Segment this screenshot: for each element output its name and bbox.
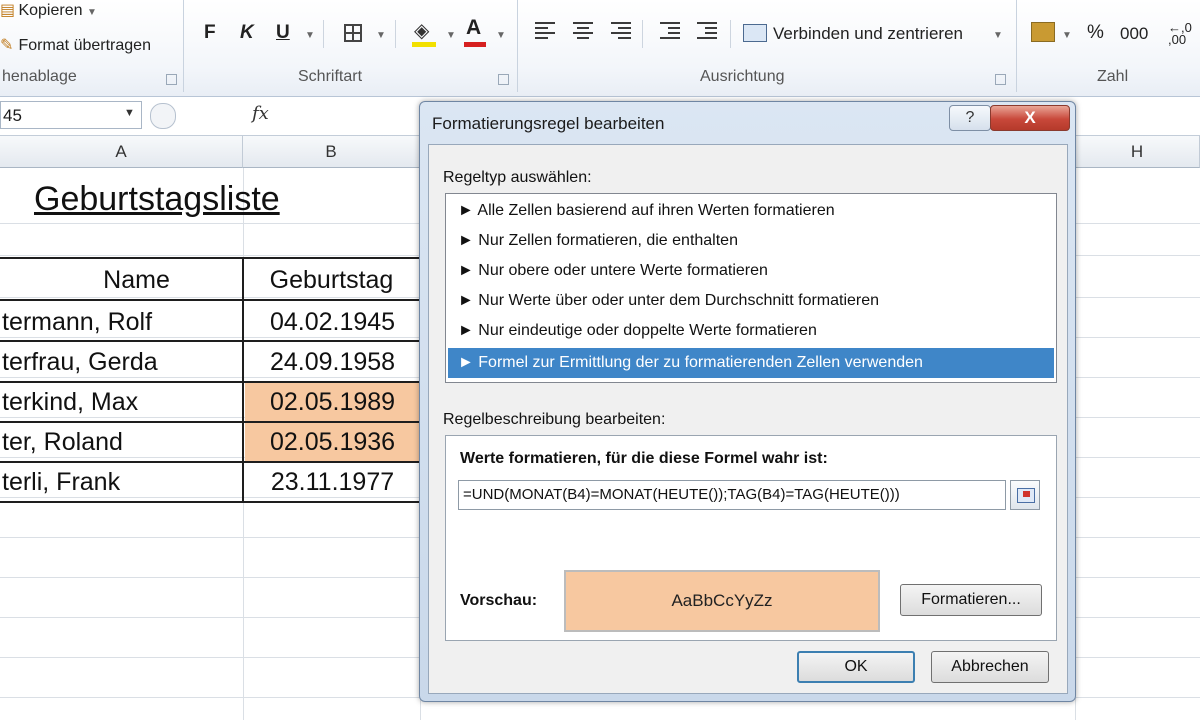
- underline-chevron-icon[interactable]: ▼: [305, 30, 315, 41]
- brush-icon: ✎: [0, 37, 14, 54]
- thousands-separator-button[interactable]: 000: [1120, 24, 1148, 44]
- rule-option[interactable]: ► Alle Zellen basierend auf ihren Werten…: [448, 196, 1054, 226]
- align-right-icon[interactable]: [611, 22, 631, 40]
- font-group-label: Schriftart: [298, 68, 363, 85]
- format-button[interactable]: Formatieren...: [900, 584, 1042, 616]
- group-separator: [1016, 0, 1017, 92]
- name-box-chevron-icon[interactable]: ▼: [124, 107, 135, 119]
- name-cell[interactable]: terfrau, Gerda: [0, 342, 243, 382]
- font-dialog-launcher[interactable]: [498, 74, 509, 85]
- format-preview: AaBbCcYyZz: [564, 570, 880, 632]
- divider: [730, 20, 731, 48]
- name-cell[interactable]: terli, Frank: [0, 462, 243, 502]
- ok-button[interactable]: OK: [797, 651, 915, 683]
- header-cell-birthday[interactable]: Geburtstag: [243, 260, 420, 300]
- birthday-cell[interactable]: 24.09.1958: [245, 342, 420, 382]
- fill-color-icon[interactable]: ◈: [414, 18, 429, 43]
- column-header-h[interactable]: H: [1075, 136, 1200, 168]
- cancel-button[interactable]: Abbrechen: [931, 651, 1049, 683]
- rule-description-panel: Werte formatieren, für die diese Formel …: [445, 435, 1057, 641]
- font-color-button[interactable]: A: [466, 16, 481, 40]
- column-header-a[interactable]: A: [0, 136, 243, 168]
- range-picker-button[interactable]: [1010, 480, 1040, 510]
- sheet-title[interactable]: Geburtstagsliste: [34, 180, 280, 219]
- table-border: [0, 501, 420, 503]
- rule-type-label: Regeltyp auswählen:: [443, 169, 592, 186]
- divider: [395, 20, 396, 48]
- fill-color-chevron-icon[interactable]: ▼: [446, 30, 456, 41]
- ribbon: ▤ Kopieren ▼ ✎ Format übertragen henabla…: [0, 0, 1200, 97]
- rule-description-label: Regelbeschreibung bearbeiten:: [443, 411, 666, 428]
- table-border: [0, 299, 420, 301]
- birthday-cell[interactable]: 04.02.1945: [245, 302, 420, 342]
- table-border: [0, 340, 420, 342]
- formula-input[interactable]: =UND(MONAT(B4)=MONAT(HEUTE());TAG(B4)=TA…: [458, 480, 1006, 510]
- increase-decimal-icon[interactable]: ←,0,00: [1168, 21, 1192, 46]
- align-left-icon[interactable]: [535, 22, 555, 40]
- table-border: [0, 461, 420, 463]
- preview-label: Vorschau:: [460, 592, 538, 609]
- currency-format-icon[interactable]: [1031, 22, 1055, 42]
- rule-type-list[interactable]: ► Alle Zellen basierend auf ihren Werten…: [445, 193, 1057, 383]
- decrease-indent-icon[interactable]: [660, 22, 680, 40]
- font-color-chevron-icon[interactable]: ▼: [496, 30, 506, 41]
- table-border: [0, 421, 420, 423]
- borders-icon[interactable]: [344, 24, 362, 42]
- table-border: [0, 381, 420, 383]
- header-cell-name[interactable]: Name: [0, 260, 243, 300]
- close-button[interactable]: X: [990, 105, 1070, 131]
- name-cell[interactable]: termann, Rolf: [0, 302, 243, 342]
- font-color-swatch: [464, 42, 486, 47]
- group-separator: [183, 0, 184, 92]
- increase-indent-icon[interactable]: [697, 22, 717, 40]
- name-cell[interactable]: ter, Roland: [0, 422, 243, 462]
- name-cell[interactable]: terkind, Max: [0, 382, 243, 422]
- formula-title: Werte formatieren, für die diese Formel …: [460, 450, 828, 467]
- column-header-b[interactable]: B: [243, 136, 420, 168]
- divider: [323, 20, 324, 48]
- rule-option[interactable]: ► Nur obere oder untere Werte formatiere…: [448, 256, 1054, 286]
- fill-color-swatch: [412, 42, 436, 47]
- merge-chevron-icon[interactable]: ▼: [993, 30, 1003, 41]
- name-box[interactable]: 45: [0, 101, 142, 129]
- underline-button[interactable]: U: [276, 22, 290, 44]
- divider: [642, 20, 643, 48]
- format-painter-label: Format übertragen: [18, 37, 151, 54]
- copy-icon: ▤: [0, 2, 16, 19]
- birthday-cell[interactable]: 02.05.1936: [245, 422, 420, 462]
- clipboard-group-label: henablage: [2, 68, 77, 85]
- currency-chevron-icon[interactable]: ▼: [1062, 30, 1072, 41]
- birthday-cell[interactable]: 23.11.1977: [245, 462, 420, 502]
- dialog-title: Formatierungsregel bearbeiten: [432, 114, 665, 133]
- number-group-label: Zahl: [1097, 68, 1129, 85]
- table-border: [242, 257, 244, 503]
- merge-center-icon: [743, 24, 767, 42]
- formula-bar-handle[interactable]: [150, 103, 176, 129]
- bold-button[interactable]: F: [204, 22, 216, 44]
- rule-option-selected[interactable]: ► Formel zur Ermittlung der zu formatier…: [448, 348, 1054, 378]
- insert-function-button[interactable]: fx: [252, 103, 269, 124]
- table-border: [0, 257, 420, 259]
- range-picker-marker: [1023, 491, 1030, 497]
- borders-chevron-icon[interactable]: ▼: [376, 30, 386, 41]
- align-center-icon[interactable]: [573, 22, 593, 40]
- copy-button[interactable]: ▤ Kopieren ▼: [0, 0, 97, 20]
- rule-option[interactable]: ► Nur Werte über oder unter dem Durchsch…: [448, 286, 1054, 316]
- copy-label: Kopieren: [18, 2, 83, 19]
- alignment-dialog-launcher[interactable]: [995, 74, 1006, 85]
- italic-button[interactable]: K: [240, 22, 254, 44]
- group-separator: [517, 0, 518, 92]
- merge-center-button[interactable]: Verbinden und zentrieren: [773, 24, 963, 44]
- rule-option[interactable]: ► Nur eindeutige oder doppelte Werte for…: [448, 316, 1054, 346]
- edit-formatting-rule-dialog: Formatierungsregel bearbeiten ? X Regelt…: [419, 101, 1076, 702]
- dialog-body: Regeltyp auswählen: ► Alle Zellen basier…: [428, 144, 1068, 694]
- chevron-down-icon: ▼: [86, 7, 97, 18]
- rule-option[interactable]: ► Nur Zellen formatieren, die enthalten: [448, 226, 1054, 256]
- birthday-cell[interactable]: 02.05.1989: [245, 382, 420, 422]
- alignment-group-label: Ausrichtung: [700, 68, 785, 85]
- format-painter-button[interactable]: ✎ Format übertragen: [0, 35, 151, 55]
- percent-button[interactable]: %: [1087, 22, 1104, 44]
- help-button[interactable]: ?: [949, 105, 991, 131]
- clipboard-dialog-launcher[interactable]: [166, 74, 177, 85]
